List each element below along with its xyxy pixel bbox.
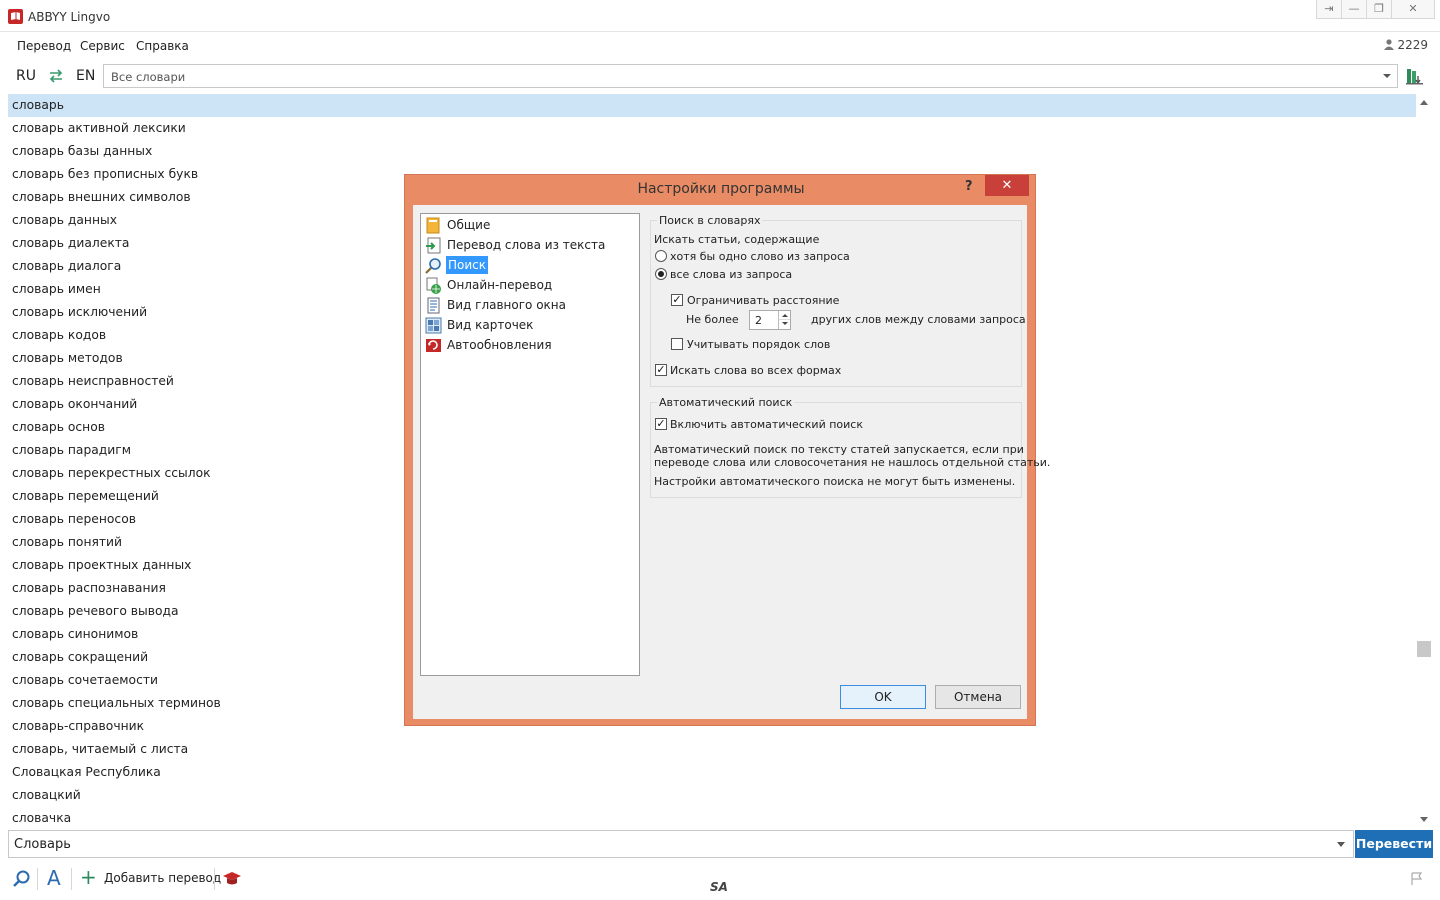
sa-indicator: SA bbox=[710, 880, 728, 894]
chevron-down-icon[interactable] bbox=[1337, 842, 1345, 847]
auto-search-group: Автоматический поиск ✓ Включить автомати… bbox=[650, 396, 1050, 498]
word-list-scrollbar[interactable] bbox=[1416, 94, 1432, 828]
nav-label: Онлайн-перевод bbox=[447, 278, 553, 292]
dialog-title: Настройки программы bbox=[637, 181, 805, 197]
no-more-than-label: Не более bbox=[686, 313, 739, 326]
divider bbox=[214, 868, 215, 890]
text-translate-icon bbox=[426, 237, 441, 254]
window-title: ABBYY Lingvo bbox=[28, 10, 111, 24]
nav-label: Поиск bbox=[446, 256, 489, 274]
menu-translate[interactable]: Перевод bbox=[17, 39, 71, 53]
all-forms-label[interactable]: Искать слова во всех формах bbox=[670, 364, 841, 377]
counter-value: 2229 bbox=[1397, 38, 1428, 52]
search-icon[interactable] bbox=[12, 869, 32, 889]
divider bbox=[71, 868, 72, 890]
target-language[interactable]: EN bbox=[76, 68, 95, 84]
other-words-label: других слов между словами запроса bbox=[811, 313, 1026, 326]
cards-icon bbox=[425, 317, 442, 334]
general-icon bbox=[426, 217, 440, 234]
list-item[interactable]: словачка bbox=[8, 807, 1416, 828]
nav-label: Вид карточек bbox=[447, 318, 534, 332]
font-icon[interactable]: A bbox=[47, 866, 61, 890]
group-title: Автоматический поиск bbox=[657, 396, 795, 409]
enable-auto-search-checkbox[interactable]: ✓ bbox=[655, 418, 667, 430]
abbyy-lingvo-logo-icon bbox=[8, 9, 23, 24]
dictionary-filter-select[interactable]: Все словари bbox=[103, 64, 1398, 88]
person-icon bbox=[1384, 39, 1395, 50]
nav-label: Перевод слова из текста bbox=[447, 238, 606, 252]
list-item[interactable]: словарь активной лексики bbox=[8, 117, 1416, 140]
divider bbox=[37, 868, 38, 890]
title-bar: ABBYY Lingvo ⇥ — ❐ ✕ bbox=[0, 0, 1440, 32]
menu-bar: Перевод Сервис Справка 2229 bbox=[0, 33, 1440, 59]
limit-distance-checkbox[interactable]: ✓ bbox=[671, 294, 683, 306]
limit-distance-label[interactable]: Ограничивать расстояние bbox=[687, 294, 839, 307]
word-order-checkbox[interactable] bbox=[671, 338, 683, 350]
search-input-value: Словарь bbox=[14, 837, 71, 852]
search-icon bbox=[425, 258, 441, 274]
dialog-close-button[interactable]: ✕ bbox=[985, 175, 1029, 196]
list-item[interactable]: словарь базы данных bbox=[8, 140, 1416, 163]
radio-any-word-label[interactable]: хотя бы одно слово из запроса bbox=[670, 250, 850, 263]
dialog-body: Общие Перевод слова из текста Поиск Онла… bbox=[413, 205, 1050, 719]
translate-button[interactable]: Перевести bbox=[1355, 830, 1433, 858]
updates-icon bbox=[426, 339, 441, 352]
distance-value: 2 bbox=[755, 314, 762, 327]
settings-nav-tree: Общие Перевод слова из текста Поиск Онла… bbox=[420, 213, 640, 676]
settings-dialog: Настройки программы ? ✕ Общие Перевод сл… bbox=[404, 174, 1050, 726]
auto-search-note: Настройки автоматического поиска не могу… bbox=[654, 475, 1016, 488]
search-input[interactable]: Словарь bbox=[8, 830, 1354, 858]
menu-help[interactable]: Справка bbox=[136, 39, 189, 53]
radio-all-words[interactable] bbox=[655, 268, 667, 280]
source-language[interactable]: RU bbox=[16, 68, 36, 84]
flag-icon[interactable] bbox=[1410, 872, 1424, 886]
auto-search-desc-line1: Автоматический поиск по тексту статей за… bbox=[654, 443, 1024, 456]
plus-icon[interactable]: + bbox=[80, 865, 97, 889]
help-icon[interactable]: ? bbox=[965, 179, 973, 194]
swap-languages-icon[interactable] bbox=[48, 69, 64, 83]
menu-service[interactable]: Сервис bbox=[80, 39, 125, 53]
stepper-down-icon[interactable] bbox=[778, 320, 790, 329]
pin-button[interactable]: ⇥ bbox=[1316, 0, 1342, 19]
user-counter[interactable]: 2229 bbox=[1384, 38, 1428, 52]
add-translation-button[interactable]: Добавить перевод bbox=[104, 871, 221, 885]
cancel-button[interactable]: Отмена bbox=[935, 685, 1021, 709]
all-forms-checkbox[interactable]: ✓ bbox=[655, 364, 667, 376]
dictionary-filter-value: Все словари bbox=[111, 70, 186, 84]
ok-button[interactable]: OK bbox=[840, 685, 926, 709]
status-bar: A + Добавить перевод SA bbox=[0, 860, 1440, 900]
list-item[interactable]: словацкий bbox=[8, 784, 1416, 807]
word-order-label[interactable]: Учитывать порядок слов bbox=[687, 338, 830, 351]
list-item[interactable]: Словацкая Республика bbox=[8, 761, 1416, 784]
main-window-icon bbox=[427, 297, 440, 314]
nav-label: Общие bbox=[447, 218, 491, 232]
scroll-thumb[interactable] bbox=[1417, 641, 1431, 657]
nav-label: Вид главного окна bbox=[447, 298, 566, 312]
find-articles-label: Искать статьи, содержащие bbox=[654, 233, 820, 246]
radio-all-words-label[interactable]: все слова из запроса bbox=[670, 268, 792, 281]
list-item[interactable]: словарь, читаемый с листа bbox=[8, 738, 1416, 761]
radio-any-word[interactable] bbox=[655, 250, 667, 262]
chevron-down-icon bbox=[1383, 74, 1391, 78]
minimize-button[interactable]: — bbox=[1341, 0, 1367, 19]
scroll-up-icon[interactable] bbox=[1420, 100, 1428, 105]
nav-label: Автообновления bbox=[447, 338, 552, 352]
tutor-cap-icon[interactable] bbox=[222, 871, 242, 887]
close-button[interactable]: ✕ bbox=[1391, 0, 1435, 19]
search-settings-group: Поиск в словарях Искать статьи, содержащ… bbox=[650, 214, 1026, 387]
toolbar: RU EN Все словари bbox=[0, 60, 1440, 92]
dictionaries-library-icon[interactable] bbox=[1406, 68, 1424, 85]
stepper-up-icon[interactable] bbox=[778, 311, 790, 320]
group-title: Поиск в словарях bbox=[657, 214, 763, 227]
list-item[interactable]: словарь bbox=[8, 94, 1416, 117]
enable-auto-search-label[interactable]: Включить автоматический поиск bbox=[670, 418, 863, 431]
distance-stepper[interactable]: 2 bbox=[749, 310, 791, 330]
restore-button[interactable]: ❐ bbox=[1366, 0, 1392, 19]
auto-search-desc-line2: переводе слова или словосочетания не наш… bbox=[654, 456, 1051, 469]
online-icon bbox=[426, 277, 441, 294]
scroll-down-icon[interactable] bbox=[1420, 817, 1428, 822]
